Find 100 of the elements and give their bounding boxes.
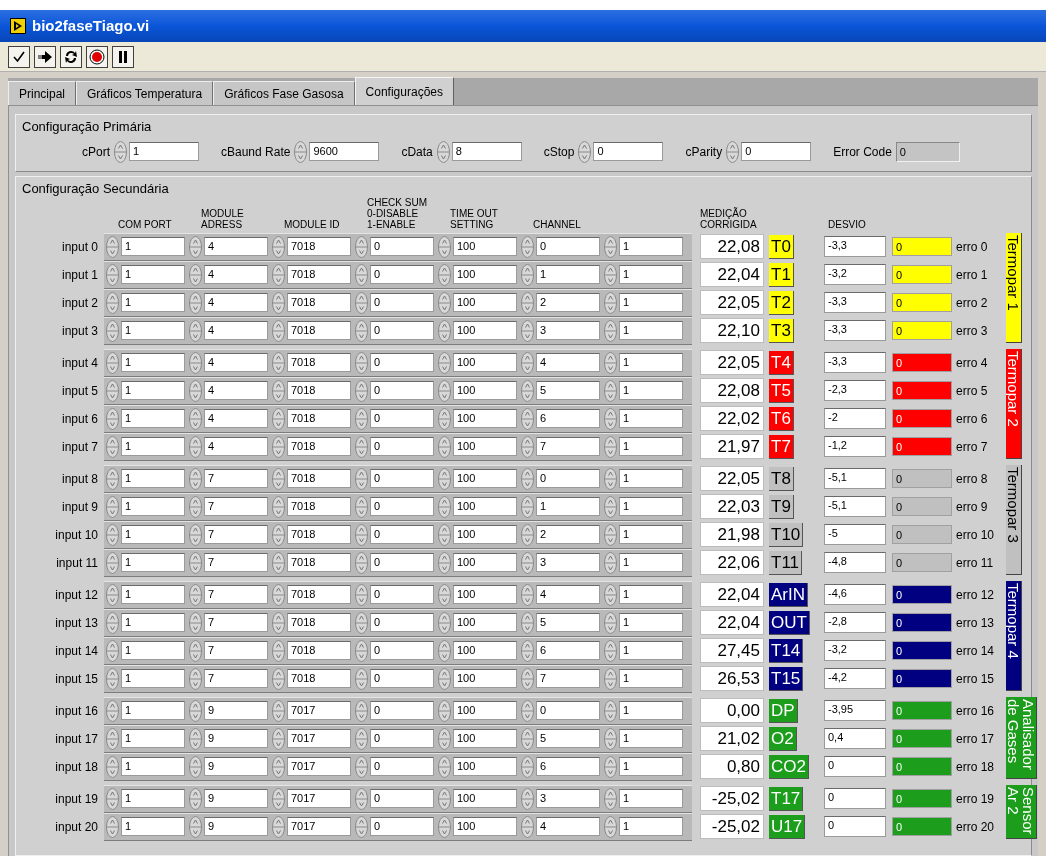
deviation-field[interactable]: -1,2 [824, 436, 886, 457]
spin-button[interactable] [604, 407, 617, 430]
spin-button[interactable] [604, 755, 617, 778]
spin-button[interactable] [355, 815, 368, 838]
spin-button[interactable] [438, 379, 451, 402]
spin-button[interactable] [272, 467, 285, 490]
numeric-field[interactable]: 0 [370, 525, 434, 544]
spin-button[interactable] [189, 551, 202, 574]
spin-button[interactable] [604, 435, 617, 458]
numeric-field[interactable]: 7018 [287, 613, 351, 632]
spin-button[interactable] [114, 140, 127, 163]
numeric-field[interactable]: 2 [536, 293, 600, 312]
numeric-field[interactable]: 7017 [287, 789, 351, 808]
spin-button[interactable] [272, 263, 285, 286]
numeric-field[interactable]: 100 [453, 437, 517, 456]
numeric-field[interactable]: 100 [453, 701, 517, 720]
spin-button[interactable] [294, 140, 308, 163]
numeric-field[interactable]: 1 [121, 321, 185, 340]
tab[interactable]: Principal [8, 81, 77, 105]
spin-button[interactable] [438, 351, 451, 374]
numeric-field[interactable]: 0 [370, 469, 434, 488]
numeric-field[interactable]: 1 [121, 409, 185, 428]
numeric-field[interactable]: 7018 [287, 525, 351, 544]
numeric-field[interactable]: 1 [121, 237, 185, 256]
numeric-field[interactable]: 4 [204, 321, 268, 340]
numeric-field[interactable]: 1 [619, 525, 683, 544]
numeric-field[interactable]: 7 [204, 613, 268, 632]
spin-button[interactable] [578, 140, 592, 163]
spin-button[interactable] [106, 787, 119, 810]
spin-button[interactable] [604, 583, 617, 606]
numeric-field[interactable]: 7018 [287, 497, 351, 516]
numeric-field[interactable]: 1 [619, 757, 683, 776]
deviation-field[interactable]: -4,2 [824, 668, 886, 689]
numeric-field[interactable]: 5 [536, 729, 600, 748]
numeric-field[interactable]: 100 [453, 381, 517, 400]
numeric-field[interactable]: 4 [536, 585, 600, 604]
spin-button[interactable] [604, 467, 617, 490]
spin-button[interactable] [438, 319, 451, 342]
spin-button[interactable] [189, 699, 202, 722]
deviation-field[interactable]: -2,8 [824, 612, 886, 633]
numeric-field[interactable]: 9600 [309, 142, 380, 161]
numeric-field[interactable]: 7 [204, 525, 268, 544]
spin-button[interactable] [106, 291, 119, 314]
numeric-field[interactable]: 4 [204, 409, 268, 428]
spin-button[interactable] [604, 551, 617, 574]
spin-button[interactable] [438, 583, 451, 606]
tab[interactable]: Gráficos Fase Gasosa [213, 81, 355, 105]
deviation-field[interactable]: 0 [824, 816, 886, 837]
toolbar-button[interactable] [86, 45, 108, 68]
numeric-field[interactable]: 4 [204, 265, 268, 284]
numeric-field[interactable]: 0 [370, 585, 434, 604]
numeric-field[interactable]: 1 [121, 437, 185, 456]
numeric-field[interactable]: 1 [121, 353, 185, 372]
numeric-field[interactable]: 7018 [287, 553, 351, 572]
spin-button[interactable] [106, 611, 119, 634]
spin-button[interactable] [106, 667, 119, 690]
numeric-field[interactable]: 7018 [287, 409, 351, 428]
numeric-field[interactable]: 4 [204, 437, 268, 456]
spin-button[interactable] [521, 815, 534, 838]
numeric-field[interactable]: 1 [121, 729, 185, 748]
spin-button[interactable] [604, 787, 617, 810]
numeric-field[interactable]: 1 [121, 789, 185, 808]
numeric-field[interactable]: 0 [370, 437, 434, 456]
numeric-field[interactable]: 100 [453, 237, 517, 256]
spin-button[interactable] [604, 523, 617, 546]
spin-button[interactable] [106, 467, 119, 490]
spin-button[interactable] [189, 407, 202, 430]
spin-button[interactable] [355, 467, 368, 490]
toolbar-button[interactable] [112, 45, 134, 68]
spin-button[interactable] [438, 235, 451, 258]
numeric-field[interactable]: 100 [453, 585, 517, 604]
numeric-field[interactable]: 7018 [287, 641, 351, 660]
spin-button[interactable] [355, 787, 368, 810]
spin-button[interactable] [604, 639, 617, 662]
numeric-field[interactable]: 1 [619, 321, 683, 340]
tab[interactable]: Gráficos Temperatura [76, 81, 214, 105]
spin-button[interactable] [355, 727, 368, 750]
spin-button[interactable] [106, 407, 119, 430]
spin-button[interactable] [272, 583, 285, 606]
numeric-field[interactable]: 0 [370, 729, 434, 748]
spin-button[interactable] [106, 815, 119, 838]
spin-button[interactable] [106, 263, 119, 286]
numeric-field[interactable]: 3 [536, 321, 600, 340]
spin-button[interactable] [189, 639, 202, 662]
numeric-field[interactable]: 4 [204, 381, 268, 400]
spin-button[interactable] [189, 815, 202, 838]
spin-button[interactable] [272, 291, 285, 314]
numeric-field[interactable]: 0 [536, 701, 600, 720]
spin-button[interactable] [604, 235, 617, 258]
spin-button[interactable] [189, 611, 202, 634]
numeric-field[interactable]: 5 [536, 613, 600, 632]
spin-button[interactable] [189, 435, 202, 458]
deviation-field[interactable]: -4,8 [824, 552, 886, 573]
spin-button[interactable] [189, 291, 202, 314]
spin-button[interactable] [106, 523, 119, 546]
numeric-field[interactable]: 0 [370, 789, 434, 808]
numeric-field[interactable]: 100 [453, 265, 517, 284]
spin-button[interactable] [438, 815, 451, 838]
spin-button[interactable] [521, 291, 534, 314]
toolbar-button[interactable] [8, 45, 30, 68]
